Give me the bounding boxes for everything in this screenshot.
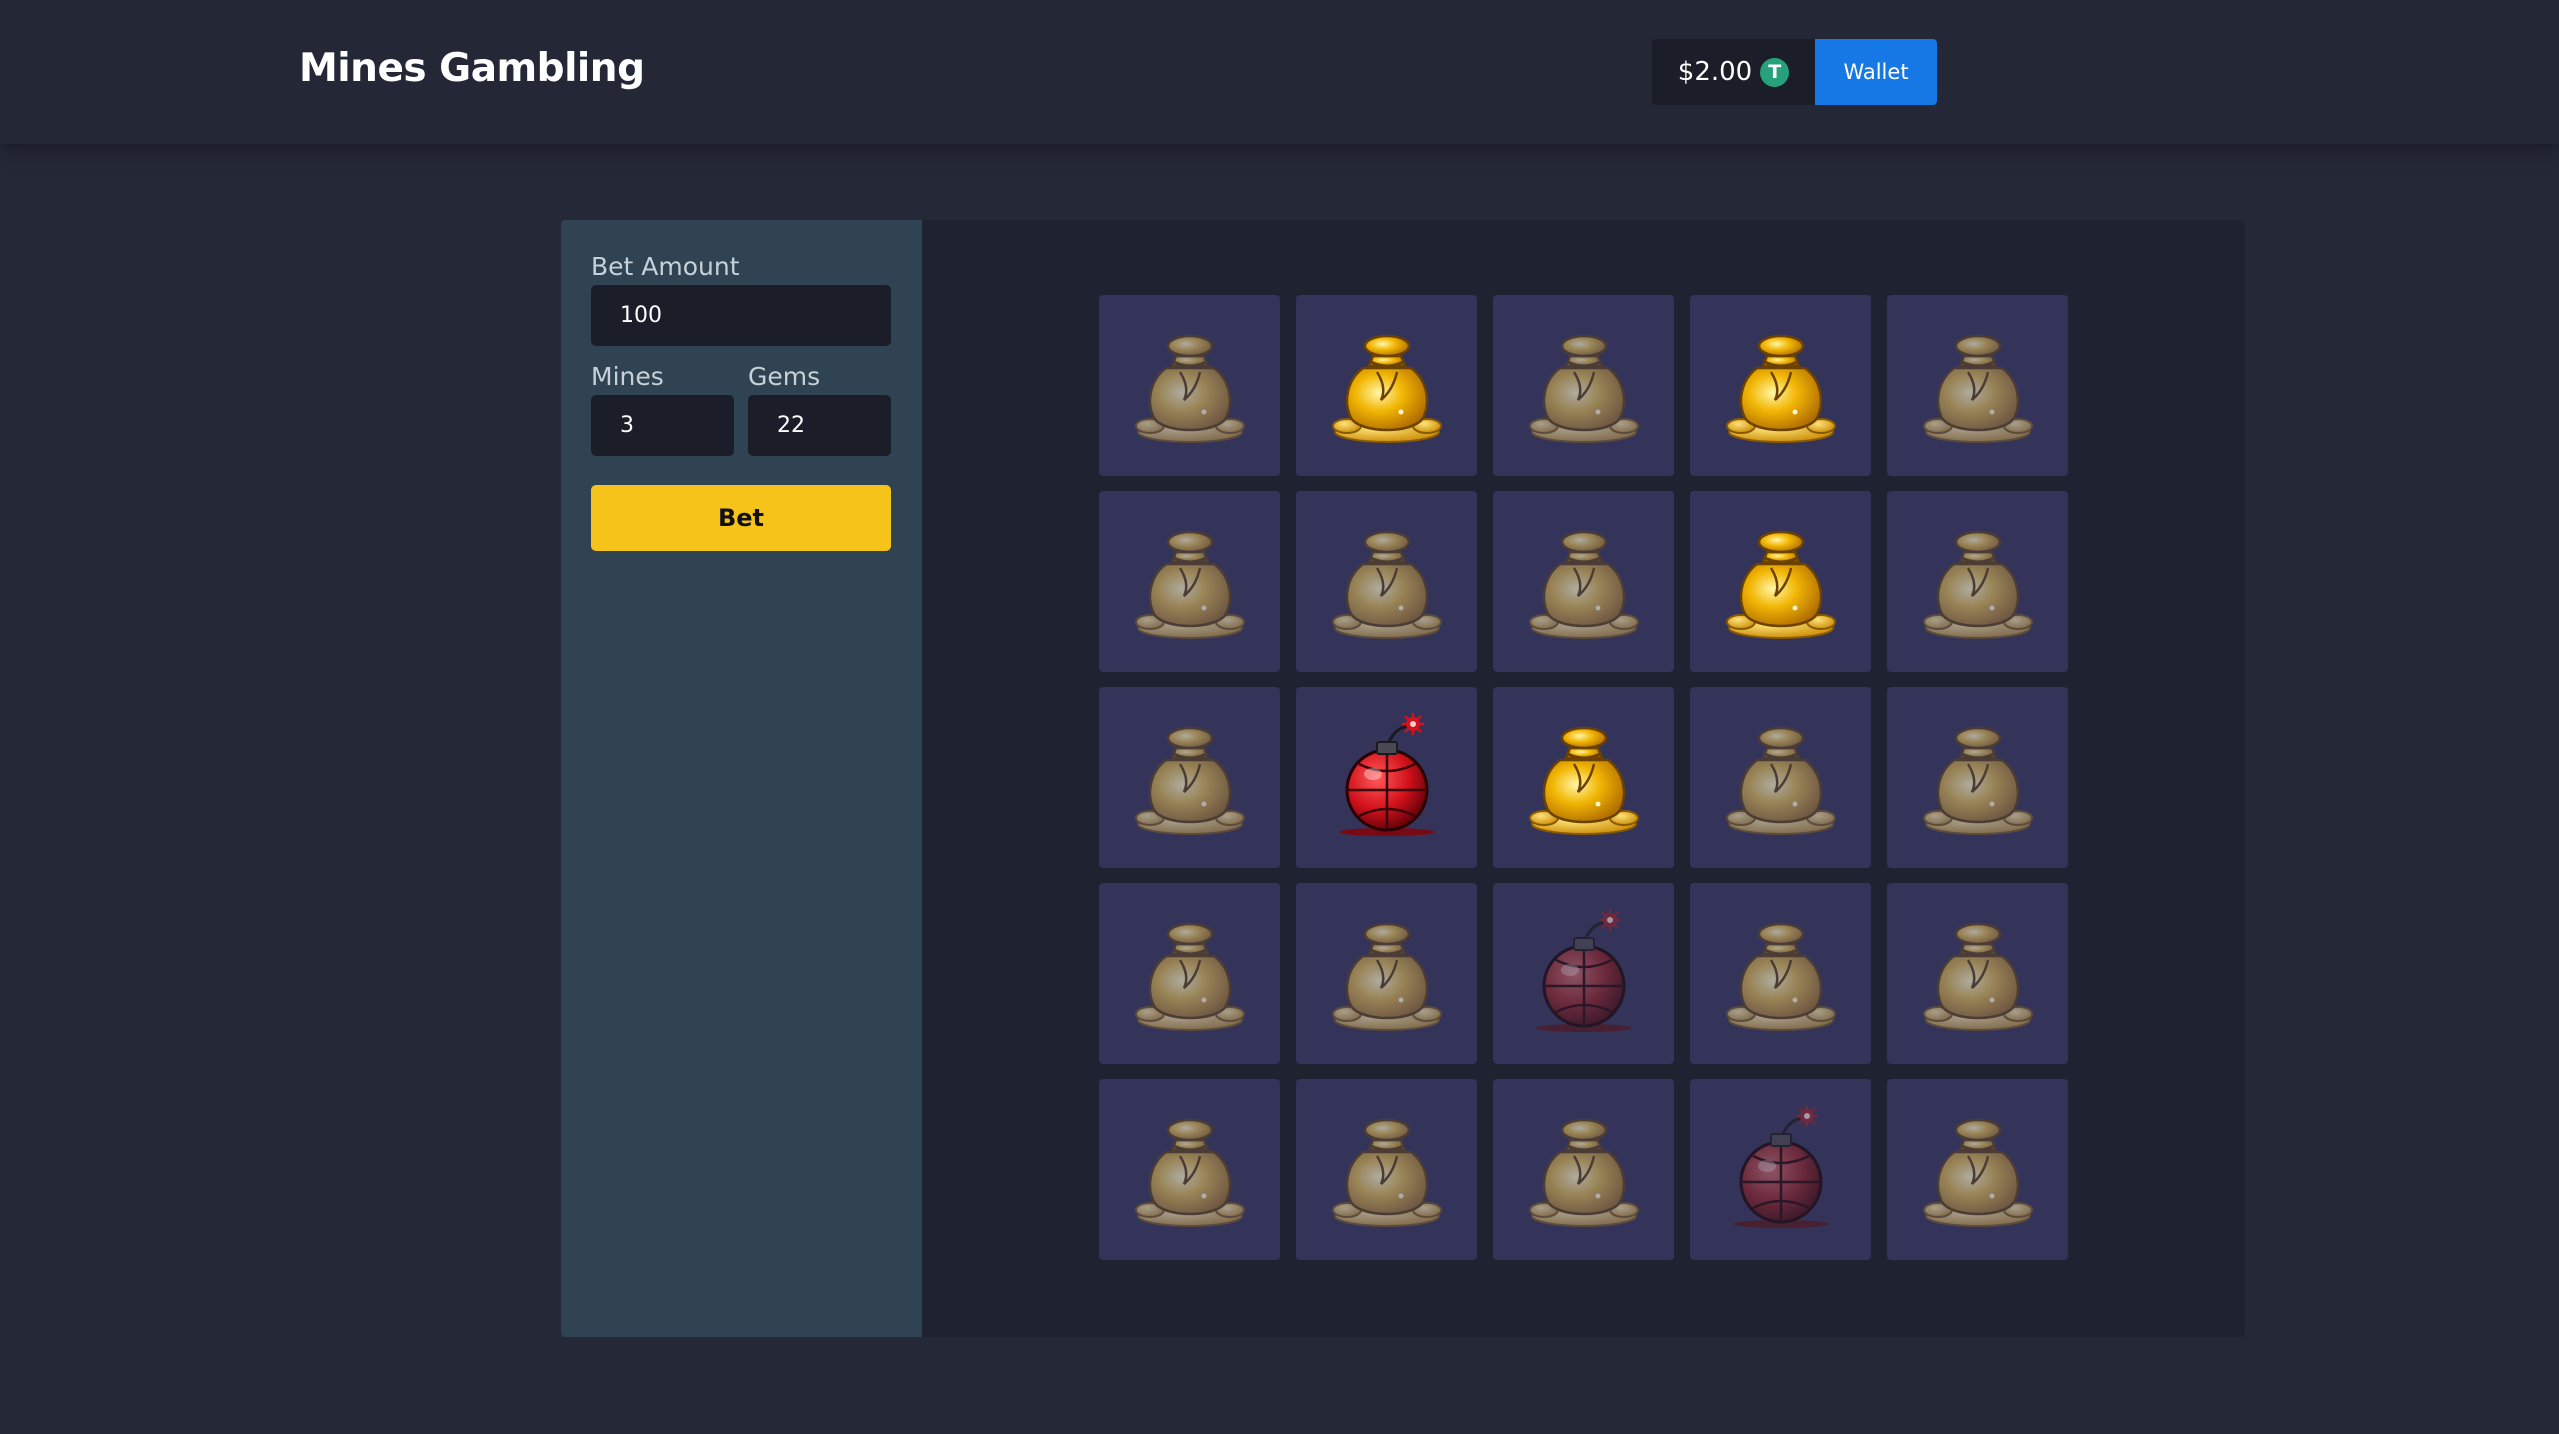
tile-r4-c1[interactable] <box>1099 883 1280 1064</box>
bet-button[interactable]: Bet <box>591 485 891 551</box>
top-bar: Mines Gambling $2.00 T Wallet <box>0 0 2559 144</box>
money-bag-icon <box>1514 708 1654 848</box>
money-bag-icon <box>1908 904 2048 1044</box>
money-bag-icon <box>1908 512 2048 652</box>
tile-r4-c4[interactable] <box>1690 883 1871 1064</box>
tile-r1-c1[interactable] <box>1099 295 1280 476</box>
money-bag-icon <box>1711 316 1851 456</box>
tile-r2-c4[interactable] <box>1690 491 1871 672</box>
tile-r3-c1[interactable] <box>1099 687 1280 868</box>
tile-r4-c2[interactable] <box>1296 883 1477 1064</box>
tile-r3-c3[interactable] <box>1493 687 1674 868</box>
tile-r3-c4[interactable] <box>1690 687 1871 868</box>
money-bag-icon <box>1120 1100 1260 1240</box>
gems-input[interactable] <box>748 395 891 456</box>
tile-r1-c3[interactable] <box>1493 295 1674 476</box>
wallet-button[interactable]: Wallet <box>1815 39 1937 105</box>
balance-amount: $2.00 <box>1677 57 1753 87</box>
tile-r1-c5[interactable] <box>1887 295 2068 476</box>
bet-amount-label: Bet Amount <box>591 252 740 281</box>
gems-label: Gems <box>748 362 821 391</box>
brand-title: Mines Gambling <box>299 46 645 91</box>
tile-r2-c5[interactable] <box>1887 491 2068 672</box>
money-bag-icon <box>1514 512 1654 652</box>
money-bag-icon <box>1711 512 1851 652</box>
bet-amount-input[interactable] <box>591 285 891 346</box>
bomb-icon <box>1317 708 1457 848</box>
tile-r5-c4[interactable] <box>1690 1079 1871 1260</box>
game-board <box>922 220 2245 1337</box>
money-bag-icon <box>1908 708 2048 848</box>
tile-r1-c2[interactable] <box>1296 295 1477 476</box>
money-bag-icon <box>1514 1100 1654 1240</box>
tile-r4-c3[interactable] <box>1493 883 1674 1064</box>
money-bag-icon <box>1711 708 1851 848</box>
money-bag-icon <box>1317 512 1457 652</box>
money-bag-icon <box>1514 316 1654 456</box>
mines-input[interactable] <box>591 395 734 456</box>
tile-r5-c2[interactable] <box>1296 1079 1477 1260</box>
mines-grid <box>1099 295 2068 1260</box>
tile-r2-c2[interactable] <box>1296 491 1477 672</box>
tile-r1-c4[interactable] <box>1690 295 1871 476</box>
tile-r4-c5[interactable] <box>1887 883 2068 1064</box>
mines-label: Mines <box>591 362 664 391</box>
money-bag-icon <box>1317 316 1457 456</box>
tile-r2-c3[interactable] <box>1493 491 1674 672</box>
money-bag-icon <box>1317 1100 1457 1240</box>
bomb-icon <box>1711 1100 1851 1240</box>
money-bag-icon <box>1120 708 1260 848</box>
bomb-icon <box>1514 904 1654 1044</box>
money-bag-icon <box>1317 904 1457 1044</box>
balance-display[interactable]: $2.00 T <box>1652 39 1815 105</box>
money-bag-icon <box>1120 904 1260 1044</box>
tile-r2-c1[interactable] <box>1099 491 1280 672</box>
tile-r3-c5[interactable] <box>1887 687 2068 868</box>
tether-icon: T <box>1760 57 1790 87</box>
money-bag-icon <box>1120 316 1260 456</box>
tile-r5-c3[interactable] <box>1493 1079 1674 1260</box>
tile-r5-c5[interactable] <box>1887 1079 2068 1260</box>
money-bag-icon <box>1120 512 1260 652</box>
money-bag-icon <box>1711 904 1851 1044</box>
tile-r3-c2[interactable] <box>1296 687 1477 868</box>
bet-controls-panel: Bet Amount Mines Gems Bet <box>561 220 922 1337</box>
money-bag-icon <box>1908 1100 2048 1240</box>
tile-r5-c1[interactable] <box>1099 1079 1280 1260</box>
money-bag-icon <box>1908 316 2048 456</box>
